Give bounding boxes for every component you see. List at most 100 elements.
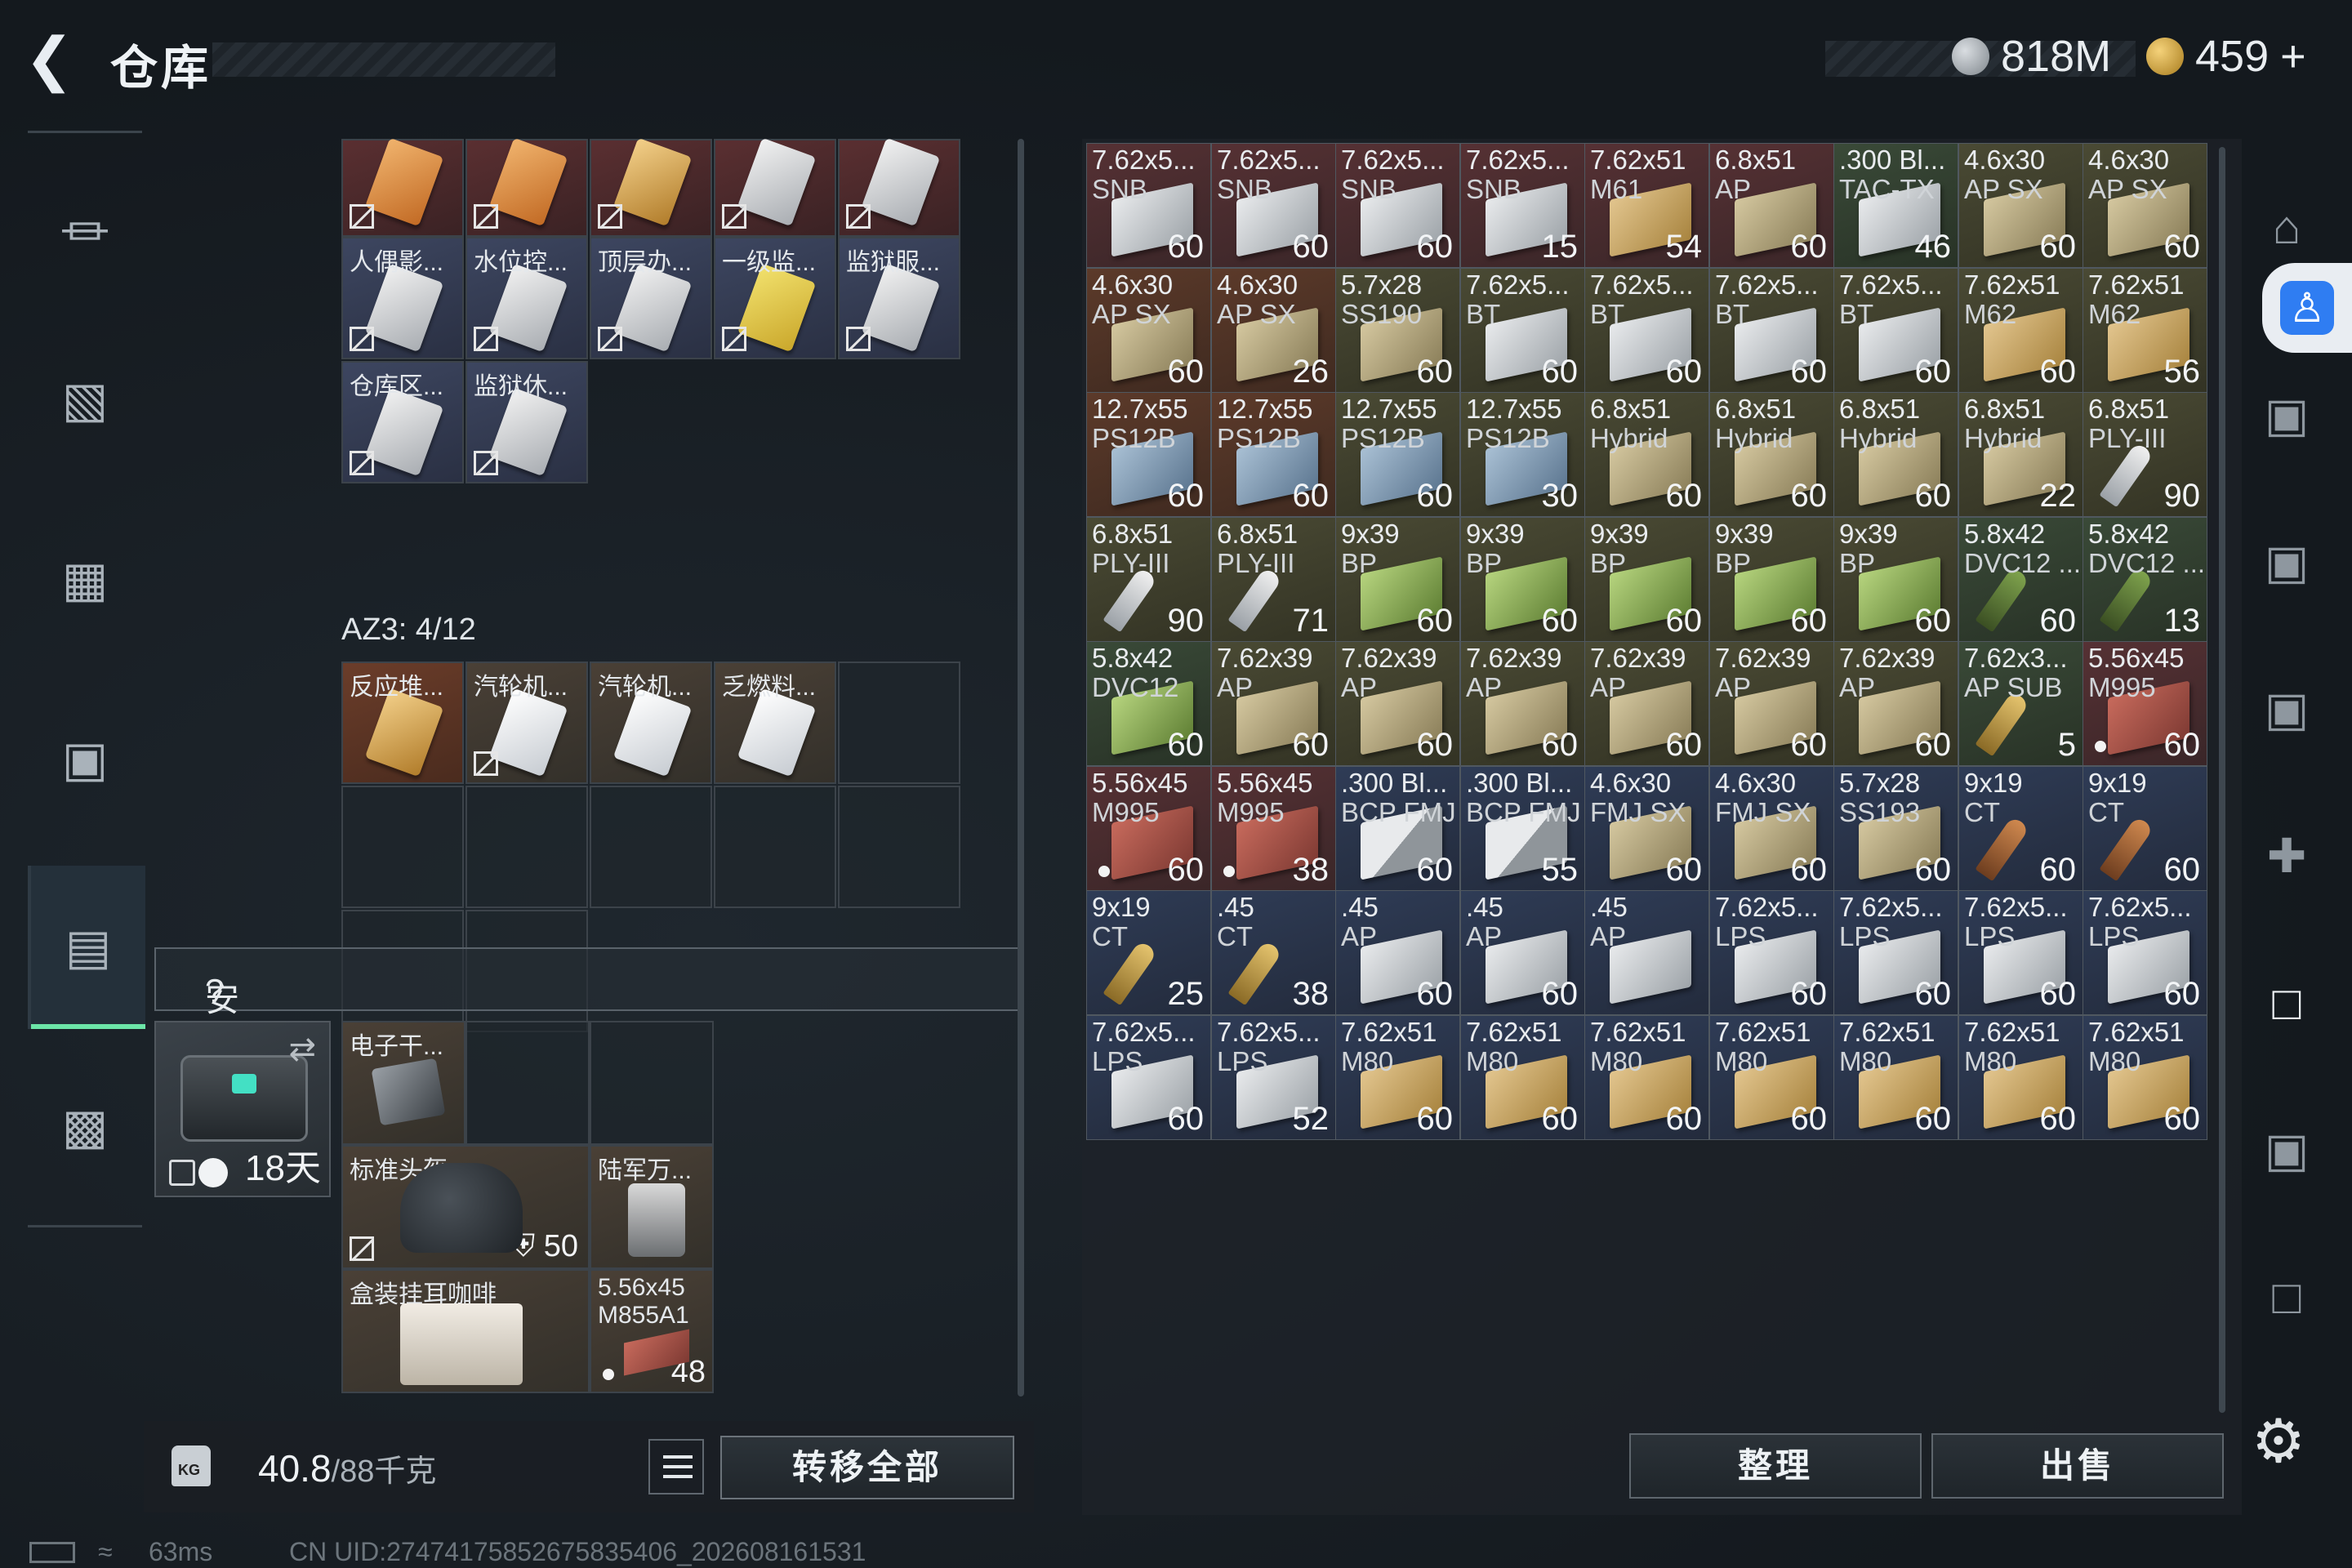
- ammo-item[interactable]: 7.62x5... LPS 60: [1086, 1015, 1211, 1140]
- ammo-item[interactable]: 7.62x5... BT 60: [1833, 268, 1958, 393]
- ammo-item[interactable]: .45 AP 60: [1460, 890, 1585, 1015]
- ammo-item[interactable]: 7.62x51 M80 60: [1335, 1015, 1460, 1140]
- medical-case-icon[interactable]: ✚: [2247, 817, 2326, 895]
- ammo-item[interactable]: 4.6x30 AP SX 26: [1211, 268, 1336, 393]
- currency-gold[interactable]: 459 +: [2146, 31, 2306, 82]
- sell-button[interactable]: 出售: [1931, 1433, 2224, 1499]
- ammo-item[interactable]: 9x39 BP 60: [1709, 517, 1834, 642]
- az3-item[interactable]: 乏燃料...: [714, 662, 836, 784]
- safe-empty-slot[interactable]: [466, 1021, 590, 1145]
- safe-item[interactable]: 5.56x45 M855A1 48: [590, 1269, 714, 1393]
- ammo-item[interactable]: .300 Bl... BCP FMJ 60: [1335, 766, 1460, 891]
- ammo-item[interactable]: 5.8x42 DVC12 ... 60: [1958, 517, 2083, 642]
- ammo-item[interactable]: 7.62x3... AP SUB 5: [1958, 641, 2083, 766]
- transfer-all-button[interactable]: 转移全部: [720, 1436, 1014, 1499]
- ammo-item[interactable]: 4.6x30 AP SX 60: [1086, 268, 1211, 393]
- ammo-item[interactable]: .300 Bl... TAC-TX 46: [1833, 143, 1958, 268]
- ammo-item[interactable]: .45 AP: [1584, 890, 1709, 1015]
- safe-item[interactable]: 标准头盔 ⛨ 50: [341, 1145, 590, 1269]
- ammo-item[interactable]: 12.7x55 PS12B 60: [1211, 392, 1336, 517]
- ammo-item[interactable]: 7.62x51 M80 60: [1460, 1015, 1585, 1140]
- ammo-item[interactable]: 7.62x39 AP 60: [1211, 641, 1336, 766]
- keycard-slot[interactable]: 顶层办...: [590, 237, 712, 359]
- ammo-item[interactable]: 6.8x51 PLY-III 71: [1211, 517, 1336, 642]
- ammo-item[interactable]: .45 AP 60: [1335, 890, 1460, 1015]
- ammo-item[interactable]: 7.62x39 AP 60: [1460, 641, 1585, 766]
- stash-scrollbar[interactable]: [2219, 147, 2225, 1413]
- add-currency-button[interactable]: +: [2280, 31, 2306, 82]
- ammo-item[interactable]: 7.62x5... LPS 60: [1709, 890, 1834, 1015]
- ammo-item[interactable]: 7.62x5... SNB 60: [1086, 143, 1211, 268]
- ammo-item[interactable]: 4.6x30 FMJ SX 60: [1709, 766, 1834, 891]
- az3-item[interactable]: 汽轮机...: [466, 662, 588, 784]
- ammo-item[interactable]: .300 Bl... BCP FMJ 55: [1460, 766, 1585, 891]
- ammo-item[interactable]: 9x39 BP 60: [1335, 517, 1460, 642]
- safe-case-icon[interactable]: ▤: [28, 866, 145, 1029]
- gear-icon[interactable]: ⚙: [2246, 1409, 2311, 1474]
- ammo-item[interactable]: 5.8x42 DVC12 ... 13: [2082, 517, 2207, 642]
- safe-item[interactable]: 陆军万...: [590, 1145, 714, 1269]
- az3-empty-slot[interactable]: [838, 786, 960, 908]
- ammo-item[interactable]: 5.7x28 SS193 60: [1833, 766, 1958, 891]
- ammo-item[interactable]: 9x19 CT 60: [2082, 766, 2207, 891]
- ammo-item[interactable]: 6.8x51 PLY-III 90: [2082, 392, 2207, 517]
- az3-empty-slot[interactable]: [466, 786, 588, 908]
- keycard-slot[interactable]: 监狱休...: [466, 361, 588, 483]
- ammo-item[interactable]: 7.62x5... LPS 60: [1833, 890, 1958, 1015]
- safe-item[interactable]: 盒装挂耳咖啡: [341, 1269, 590, 1393]
- ammo-item[interactable]: 7.62x5... SNB 60: [1335, 143, 1460, 268]
- ammo-item[interactable]: 5.7x28 SS190 60: [1335, 268, 1460, 393]
- az3-empty-slot[interactable]: [590, 786, 712, 908]
- camera-5-icon[interactable]: ▣: [2247, 670, 2326, 748]
- ammo-item[interactable]: 4.6x30 FMJ SX 60: [1584, 766, 1709, 891]
- ammo-item[interactable]: 6.8x51 Hybrid 60: [1833, 392, 1958, 517]
- camera-4-icon[interactable]: ▣: [2247, 523, 2326, 601]
- ammo-item[interactable]: 7.62x5... SNB 60: [1211, 143, 1336, 268]
- keycard-slot[interactable]: 仓库区...: [341, 361, 464, 483]
- ammo-item[interactable]: 7.62x51 M80 60: [1709, 1015, 1834, 1140]
- ammo-item[interactable]: 7.62x5... LPS 60: [1958, 890, 2083, 1015]
- ammo-item[interactable]: 5.56x45 M995 60: [1086, 766, 1211, 891]
- az3-empty-slot[interactable]: [714, 786, 836, 908]
- ammo-item[interactable]: 4.6x30 AP SX 60: [2082, 143, 2207, 268]
- ammo-item[interactable]: 7.62x39 AP 60: [1584, 641, 1709, 766]
- rig-icon[interactable]: ▣: [28, 678, 142, 841]
- ammo-item[interactable]: 7.62x51 M80 60: [2082, 1015, 2207, 1140]
- az3-item[interactable]: 汽轮机...: [590, 662, 712, 784]
- ammo-item[interactable]: 6.8x51 PLY-III 90: [1086, 517, 1211, 642]
- ammo-item[interactable]: 7.62x5... BT 60: [1584, 268, 1709, 393]
- ammo-item[interactable]: 9x19 CT 25: [1086, 890, 1211, 1015]
- keycard-slot[interactable]: 监狱服...: [838, 237, 960, 359]
- keycard-slot[interactable]: 水位控...: [466, 237, 588, 359]
- list-view-button[interactable]: [648, 1439, 704, 1494]
- accessibility-button[interactable]: ♙: [2262, 263, 2352, 353]
- back-arrow-icon[interactable]: ❮: [24, 30, 82, 89]
- keycard-slot[interactable]: [466, 137, 588, 237]
- stash-icon[interactable]: ⌂: [2247, 188, 2326, 266]
- keycard-slot[interactable]: 人偶影...: [341, 237, 464, 359]
- az3-empty-slot[interactable]: [341, 786, 464, 908]
- sort-button[interactable]: 整理: [1629, 1433, 1922, 1499]
- ammo-item[interactable]: 5.56x45 M995 38: [1211, 766, 1336, 891]
- armor-vest-icon[interactable]: ▧: [28, 318, 142, 482]
- help-icon[interactable]: ?: [205, 972, 225, 1011]
- backpack-icon[interactable]: ▦: [28, 498, 142, 662]
- ammo-item[interactable]: 12.7x55 PS12B 60: [1086, 392, 1211, 517]
- folder-active-icon[interactable]: □: [2247, 964, 2326, 1042]
- safe-box-container[interactable]: ⇄ 18天: [154, 1021, 331, 1197]
- ammo-item[interactable]: 7.62x5... LPS 52: [1211, 1015, 1336, 1140]
- camera-1-icon[interactable]: ▣: [2247, 376, 2326, 454]
- ammo-item[interactable]: 5.56x45 M995 60: [2082, 641, 2207, 766]
- keycard-slot[interactable]: [714, 137, 836, 237]
- az3-item[interactable]: 反应堆...: [341, 662, 464, 784]
- ammo-item[interactable]: 7.62x5... LPS 60: [2082, 890, 2207, 1015]
- keycard-slot[interactable]: [341, 137, 464, 237]
- ammo-item[interactable]: 7.62x51 M80 60: [1584, 1015, 1709, 1140]
- ammo-item[interactable]: 12.7x55 PS12B 60: [1335, 392, 1460, 517]
- ammo-item[interactable]: 7.62x39 AP 60: [1833, 641, 1958, 766]
- ammo-item[interactable]: 6.8x51 Hybrid 60: [1584, 392, 1709, 517]
- ammo-item[interactable]: 7.62x51 M80 60: [1833, 1015, 1958, 1140]
- ammo-item[interactable]: 5.8x42 DVC12 60: [1086, 641, 1211, 766]
- safe-empty-slot[interactable]: [590, 1021, 714, 1145]
- ammo-item[interactable]: 9x19 CT 60: [1958, 766, 2083, 891]
